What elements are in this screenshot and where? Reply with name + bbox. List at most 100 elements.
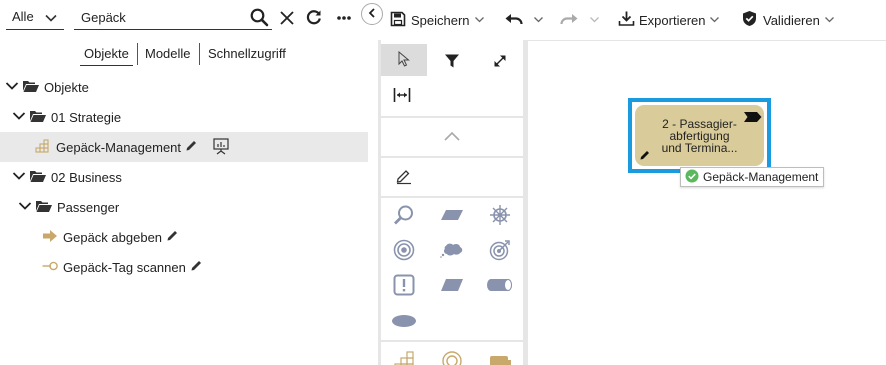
target-arrow-icon [489,239,511,264]
diagram-node-selected[interactable]: 2 - Passagier- abfertigung und Termina..… [628,98,771,173]
undo-button[interactable] [504,8,544,32]
freehand-tool[interactable] [383,159,425,195]
palette-shape[interactable] [479,268,521,304]
palette-shape[interactable] [431,268,473,304]
node-label-line: und Termina... [661,141,738,155]
chevron-left-icon [366,7,378,22]
node-label: 2 - Passagier- abfertigung und Termina..… [645,118,754,154]
chevron-up-icon [443,130,461,145]
ship-wheel-icon [489,204,511,229]
tree-item-gepaeck-management[interactable]: Gepäck-Management [0,132,368,162]
cloud-icon [440,242,464,261]
filter-tool[interactable] [431,44,473,80]
tree-item-01-strategie[interactable]: 01 Strategie [0,102,368,132]
tree-item-02-business[interactable]: 02 Business [0,162,368,192]
search-input[interactable] [74,6,242,28]
folder-open-icon [22,79,40,96]
search-icon[interactable] [250,8,269,30]
chevron-down-icon [709,13,720,28]
chevron-down-icon [589,13,600,28]
pencil-icon[interactable] [166,229,179,245]
filter-dropdown[interactable]: Alle [6,6,64,30]
ellipse-icon [391,314,417,331]
filter-value: Alle [12,9,34,24]
pencil-icon[interactable] [190,259,203,275]
palette-shape[interactable] [383,233,425,269]
redo-icon [560,11,579,30]
parallelogram-icon [440,278,464,295]
palette-strategy-shapes [381,342,523,365]
pencil-icon[interactable] [185,139,198,155]
tree-item-gepaeck-abgeben[interactable]: Gepäck abgeben [0,222,368,252]
tree-item-label: Gepäck-Tag scannen [63,259,186,275]
tab-schnellzugriff[interactable]: Schnellzugriff [204,42,290,66]
tree-item-label: Objekte [44,79,89,95]
refresh-icon[interactable] [305,8,323,29]
cursor-icon [397,50,411,70]
presentation-chart-icon[interactable] [212,137,230,158]
chevron-down-icon [474,13,485,28]
palette-shapes [381,198,523,340]
fit-width-tool[interactable] [381,78,423,114]
shield-check-icon [742,10,757,30]
palette-shape[interactable] [479,198,521,234]
chevron-down-icon[interactable] [18,199,32,216]
select-tool[interactable] [381,44,427,76]
chevron-down-icon [533,13,544,28]
palette-shape[interactable] [383,198,425,234]
pencil-icon[interactable] [639,149,651,164]
chevron-down-icon[interactable] [5,79,19,96]
folder-open-icon [29,169,47,186]
palette-shape[interactable] [431,344,473,365]
chevron-down-icon [824,13,835,28]
tree-item-objekte[interactable]: Objekte [0,72,368,102]
chevron-down-icon[interactable] [12,109,26,126]
explorer-tabs: Objekte Modelle Schnellzugriff [0,42,368,66]
export-button[interactable]: Exportieren [618,8,720,32]
check-circle-icon [685,169,699,186]
clear-search-icon[interactable] [279,10,295,29]
palette-shape[interactable] [431,198,473,234]
redo-button[interactable] [560,8,600,32]
value-stream-node[interactable]: 2 - Passagier- abfertigung und Termina..… [635,105,764,166]
event-icon [42,259,58,276]
diagram-canvas[interactable]: 2 - Passagier- abfertigung und Termina..… [528,40,886,365]
save-icon [390,11,406,30]
palette-tools [381,40,523,116]
capability-icon [393,350,415,365]
palette-shape[interactable] [479,344,521,365]
connector-tool[interactable] [479,44,521,80]
diagonal-arrows-icon [491,52,509,73]
palette-shape[interactable] [383,268,425,304]
more-options-icon[interactable] [336,10,352,29]
capability-icon [35,138,51,157]
parallelogram-icon [440,209,464,224]
tree-item-gepaeck-tag-scannen[interactable]: Gepäck-Tag scannen [0,252,368,282]
pencil-line-icon [395,167,413,188]
palette-annotations [381,158,523,196]
app-root: Alle Objekte Modelle Schnellzugriff [0,0,886,365]
tab-modelle[interactable]: Modelle [141,42,195,66]
export-label: Exportieren [639,12,706,28]
palette-shape[interactable] [383,344,425,365]
chevron-down-icon[interactable] [12,169,26,186]
tree-item-label: 02 Business [51,169,122,185]
tree-item-passenger[interactable]: Passenger [0,192,368,222]
cylinder-icon [487,278,513,295]
palette-shape[interactable] [479,233,521,269]
filter-icon [444,53,460,72]
editor-toolbar: Speichern Exportieren Validieren [380,0,886,40]
palette-shape[interactable] [383,304,425,340]
folder-open-icon [35,199,53,216]
tab-objekte[interactable]: Objekte [80,42,133,66]
palette-shape[interactable] [431,233,473,269]
tree-item-label: Gepäck abgeben [63,229,163,245]
save-button[interactable]: Speichern [390,8,485,32]
tab-divider [199,43,200,65]
search-box [74,6,272,30]
palette-scroll-up[interactable] [381,118,523,156]
arrow-right-icon [42,229,58,246]
collapse-panel-button[interactable] [361,3,383,25]
undo-icon [504,11,523,30]
validate-button[interactable]: Validieren [742,8,835,32]
